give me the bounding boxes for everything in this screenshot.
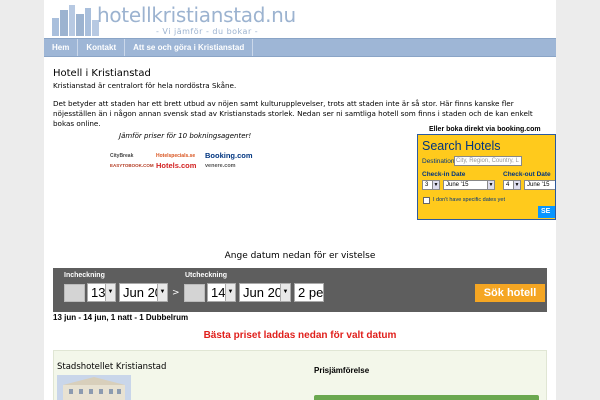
- city-skyline-icon: [52, 5, 99, 36]
- widget-checkout-label: Check-out Date: [503, 171, 551, 178]
- checkin-day-select[interactable]: 13 ▼: [87, 283, 116, 302]
- intro-body: Det betyder att staden har ett brett utb…: [53, 99, 533, 128]
- date-section-title: Ange datum nedan för er vistelse: [224, 251, 376, 261]
- chevron-down-icon: ▼: [487, 181, 494, 189]
- no-dates-checkbox[interactable]: [423, 197, 430, 204]
- chevron-down-icon: ▼: [280, 284, 290, 301]
- checkout-day-value: 14: [211, 285, 226, 300]
- widget-checkin-label: Check-in Date: [422, 171, 466, 178]
- hotel-name[interactable]: Stadshotellet Kristianstad: [57, 362, 166, 372]
- booking-widget-heading: Search Hotels: [422, 139, 501, 153]
- guests-value: 2 per: [298, 285, 324, 300]
- partner-hotels-text: Hotels.com: [156, 161, 197, 170]
- booking-widget-title: Eller boka direkt via booking.com: [429, 126, 541, 133]
- widget-checkin-month-value: June '15: [446, 182, 469, 188]
- partner-logo-easytobook: EASYTOBOOK.COM: [110, 162, 154, 170]
- stay-summary: 13 jun - 14 jun, 1 natt - 1 Dubbelrum: [53, 313, 189, 322]
- partner-logo-citybreak: CityBreak: [110, 152, 133, 160]
- main-nav: Hem Kontakt Att se och göra i Kristianst…: [44, 38, 556, 57]
- widget-checkout-day-value: 4: [506, 182, 510, 188]
- site-header: hotellkristianstad.nu - Vi jämför - du b…: [44, 0, 556, 38]
- partner-hotelspecials-text: Hotelspecials.se: [156, 153, 196, 159]
- nav-item-att-se-och-gora[interactable]: Att se och göra i Kristianstad: [125, 39, 254, 56]
- booking-widget: Search Hotels Destination City, Region, …: [417, 134, 556, 220]
- date-search-bar: Incheckning Utcheckning 13 ▼ Jun 20 ▼ > …: [53, 268, 547, 312]
- compare-label: Jämför priser för 10 bokningsagenter!: [119, 132, 252, 140]
- widget-checkin-day-value: 3: [425, 182, 429, 188]
- widget-checkin-month-select[interactable]: June '15 ▼: [443, 180, 495, 190]
- partner-logo-booking: Booking.com: [205, 152, 253, 160]
- page-title: Hotell i Kristianstad: [53, 68, 151, 79]
- widget-checkout-month-select[interactable]: June '15: [524, 180, 555, 190]
- checkout-label: Utcheckning: [185, 272, 228, 279]
- page: hotellkristianstad.nu - Vi jämför - du b…: [44, 0, 556, 400]
- checkin-calendar-icon[interactable]: [64, 284, 85, 302]
- site-logo-text[interactable]: hotellkristianstad.nu: [97, 3, 296, 27]
- checkout-calendar-icon[interactable]: [184, 284, 205, 302]
- hotel-building-image: [57, 375, 131, 400]
- nav-item-hem[interactable]: Hem: [44, 39, 79, 56]
- destination-input[interactable]: City, Region, Country, L: [454, 156, 522, 166]
- price-comparison-button[interactable]: [314, 395, 539, 400]
- checkin-month-select[interactable]: Jun 20 ▼: [119, 283, 168, 302]
- no-dates-label: I don't have specific dates yet: [433, 197, 505, 203]
- guests-select[interactable]: 2 per: [294, 283, 324, 302]
- best-price-notice: Bästa priset laddas nedan för valt datum: [203, 330, 397, 341]
- price-comparison-label: Prisjämförelse: [314, 366, 370, 375]
- widget-search-button[interactable]: SE: [538, 206, 555, 218]
- partner-logo-venere: venere.com: [205, 162, 236, 170]
- widget-checkin-day-select[interactable]: 3 ▼: [422, 180, 440, 190]
- intro-lead: Kristianstad är centralort för hela nord…: [53, 81, 237, 90]
- widget-checkout-day-select[interactable]: 4 ▼: [503, 180, 521, 190]
- partner-easytobook-text: EASYTOBOOK.COM: [110, 163, 154, 168]
- chevron-down-icon: ▼: [157, 284, 167, 301]
- chevron-down-icon: ▼: [513, 181, 520, 189]
- hotel-card: Stadshotellet Kristianstad Prisjämförels…: [53, 350, 547, 400]
- checkout-month-select[interactable]: Jun 20 ▼: [239, 283, 291, 302]
- chevron-down-icon: ▼: [432, 181, 439, 189]
- site-tagline: - Vi jämför - du bokar -: [156, 27, 259, 36]
- checkin-label: Incheckning: [64, 272, 105, 279]
- hotel-photo[interactable]: [57, 375, 131, 400]
- search-hotels-button[interactable]: Sök hotell: [475, 284, 545, 302]
- date-arrow: >: [172, 288, 180, 298]
- checkout-month-value: Jun 20: [243, 285, 283, 300]
- chevron-down-icon: ▼: [225, 284, 235, 301]
- partner-citybreak-text: CityBreak: [110, 153, 134, 159]
- partner-venere-text: venere.com: [205, 163, 236, 169]
- destination-label: Destination: [422, 158, 455, 165]
- nav-item-kontakt[interactable]: Kontakt: [78, 39, 126, 56]
- partner-booking-text: Booking.com: [205, 151, 253, 160]
- checkout-day-select[interactable]: 14 ▼: [207, 283, 236, 302]
- widget-checkout-month-value: June '15: [527, 182, 550, 188]
- partner-logo-hotelspecials: Hotelspecials.se: [156, 152, 195, 160]
- partner-logo-hotels: Hotels.com: [156, 162, 196, 170]
- chevron-down-icon: ▼: [105, 284, 115, 301]
- checkin-day-value: 13: [91, 285, 106, 300]
